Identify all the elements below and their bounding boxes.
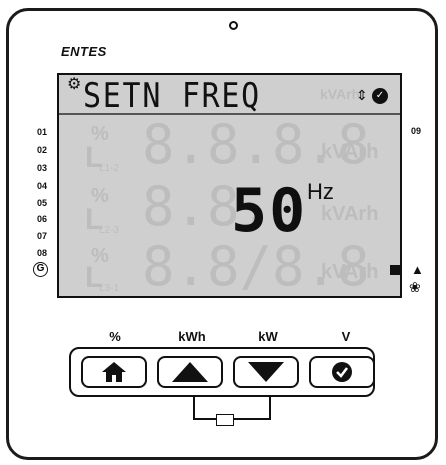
ok-button[interactable] <box>309 356 375 388</box>
fan-icon: ❀ <box>409 279 421 295</box>
ghost-unit-top: kVArh <box>320 86 361 102</box>
down-button[interactable] <box>233 356 299 388</box>
line-label-1: L1-2 <box>99 163 120 174</box>
ghost-unit-row-2: kVArh <box>321 203 379 225</box>
key-label-v: V <box>341 329 351 344</box>
channel-label-04: 04 <box>37 181 48 191</box>
book-icon <box>216 414 234 426</box>
lcd-row-3: % L L3-1 8.8/8.8 kVArh <box>59 239 400 296</box>
channel-label-03: 03 <box>37 163 48 173</box>
lcd-row-1: % L L1-2 8.8.8.8 kVArh <box>59 117 400 177</box>
frequency-unit: Hz <box>307 179 334 204</box>
check-icon <box>332 362 352 382</box>
brand-logo: ENTES <box>61 44 107 59</box>
line-label-2: L2-3 <box>99 225 120 236</box>
g-indicator: G <box>33 262 48 277</box>
frequency-value: 50 <box>231 176 308 246</box>
ghost-unit-row-1: kVArh <box>321 141 379 163</box>
channel-label-02: 02 <box>37 145 48 155</box>
channel-label-05: 05 <box>37 198 48 208</box>
home-icon <box>102 362 126 382</box>
lcd-message: SETN FREQ <box>83 76 261 116</box>
lcd-row-2: % L L2-3 8.8. kVArh <box>59 179 400 239</box>
key-label-percent: % <box>109 329 121 344</box>
channel-label-07: 07 <box>37 231 48 241</box>
alarm-bell-icon: ▲ <box>411 262 424 277</box>
channel-label-09: 09 <box>411 126 422 136</box>
lcd-display: ⚙ SETN FREQ kVArh ⇕ ✓ % L L1-2 8.8.8.8 k… <box>57 73 402 298</box>
channel-label-06: 06 <box>37 214 48 224</box>
up-down-icon: ⇕ <box>356 87 368 103</box>
down-arrow-icon <box>248 362 284 382</box>
line-label-3: L3-1 <box>99 283 120 294</box>
ghost-unit-row-3: kVArh <box>321 261 379 283</box>
channel-label-01: 01 <box>37 127 48 137</box>
lcd-message-bar: ⚙ SETN FREQ kVArh ⇕ ✓ <box>59 75 400 115</box>
gear-icon: ⚙ <box>67 76 82 93</box>
key-label-kw: kW <box>258 329 278 344</box>
up-arrow-icon <box>172 362 208 382</box>
check-icon: ✓ <box>372 88 388 104</box>
up-button[interactable] <box>157 356 223 388</box>
lcd-side-indicator <box>390 265 400 275</box>
key-label-kwh: kWh <box>178 329 206 344</box>
mounting-screw <box>229 21 238 30</box>
keypad <box>69 347 375 397</box>
home-button[interactable] <box>81 356 147 388</box>
channel-label-08: 08 <box>37 248 48 258</box>
